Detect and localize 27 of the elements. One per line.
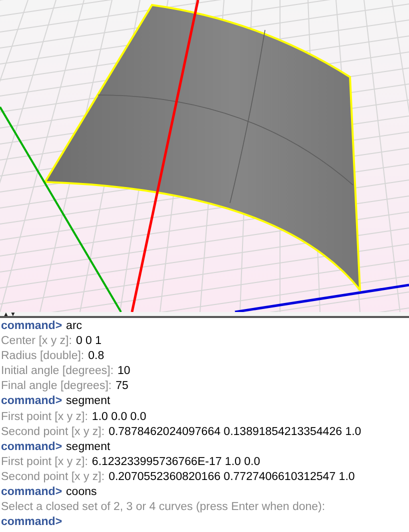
- input-value: 75: [116, 379, 128, 394]
- command-prompt: command>: [1, 515, 62, 530]
- prompt-label: Final angle [degrees]:: [1, 379, 112, 394]
- prompt-label: Second point [x y z]:: [1, 470, 105, 485]
- prompt-label: Center [x y z]:: [1, 334, 72, 350]
- command-prompt: command>: [1, 394, 62, 410]
- command-text: segment: [66, 440, 110, 455]
- input-value: 0 0 1: [76, 334, 102, 350]
- command-prompt: command>: [1, 319, 62, 334]
- input-value: 10: [118, 364, 130, 380]
- command-prompt: command>: [1, 485, 62, 500]
- prompt-label: Second point [x y z]:: [1, 424, 105, 440]
- prompt-label: First point [x y z]:: [1, 410, 88, 425]
- input-value: 0.8: [88, 349, 104, 364]
- 3d-viewport-drawing[interactable]: [0, 0, 409, 312]
- command-text: coons: [66, 485, 97, 500]
- command-text: arc: [66, 319, 82, 334]
- input-value: 0.7878462024097664 0.13891854213354426 1.0: [108, 424, 362, 440]
- command-text: segment: [66, 394, 110, 410]
- command-prompt: command>: [1, 440, 62, 455]
- input-value: 0.2070552360820166 0.7727406610312547 1.0: [108, 470, 355, 485]
- prompt-label: First point [x y z]:: [1, 454, 88, 470]
- input-value: 1.0 0.0 0.0: [92, 410, 146, 425]
- prompt-message: Select a closed set of 2, 3 or 4 curves (press Enter when done):: [1, 500, 326, 516]
- input-value: 6.123233995736766E-17 1.0 0.0: [92, 454, 260, 470]
- prompt-label: Radius [double]:: [1, 349, 84, 364]
- prompt-label: Initial angle [degrees]:: [1, 364, 114, 380]
